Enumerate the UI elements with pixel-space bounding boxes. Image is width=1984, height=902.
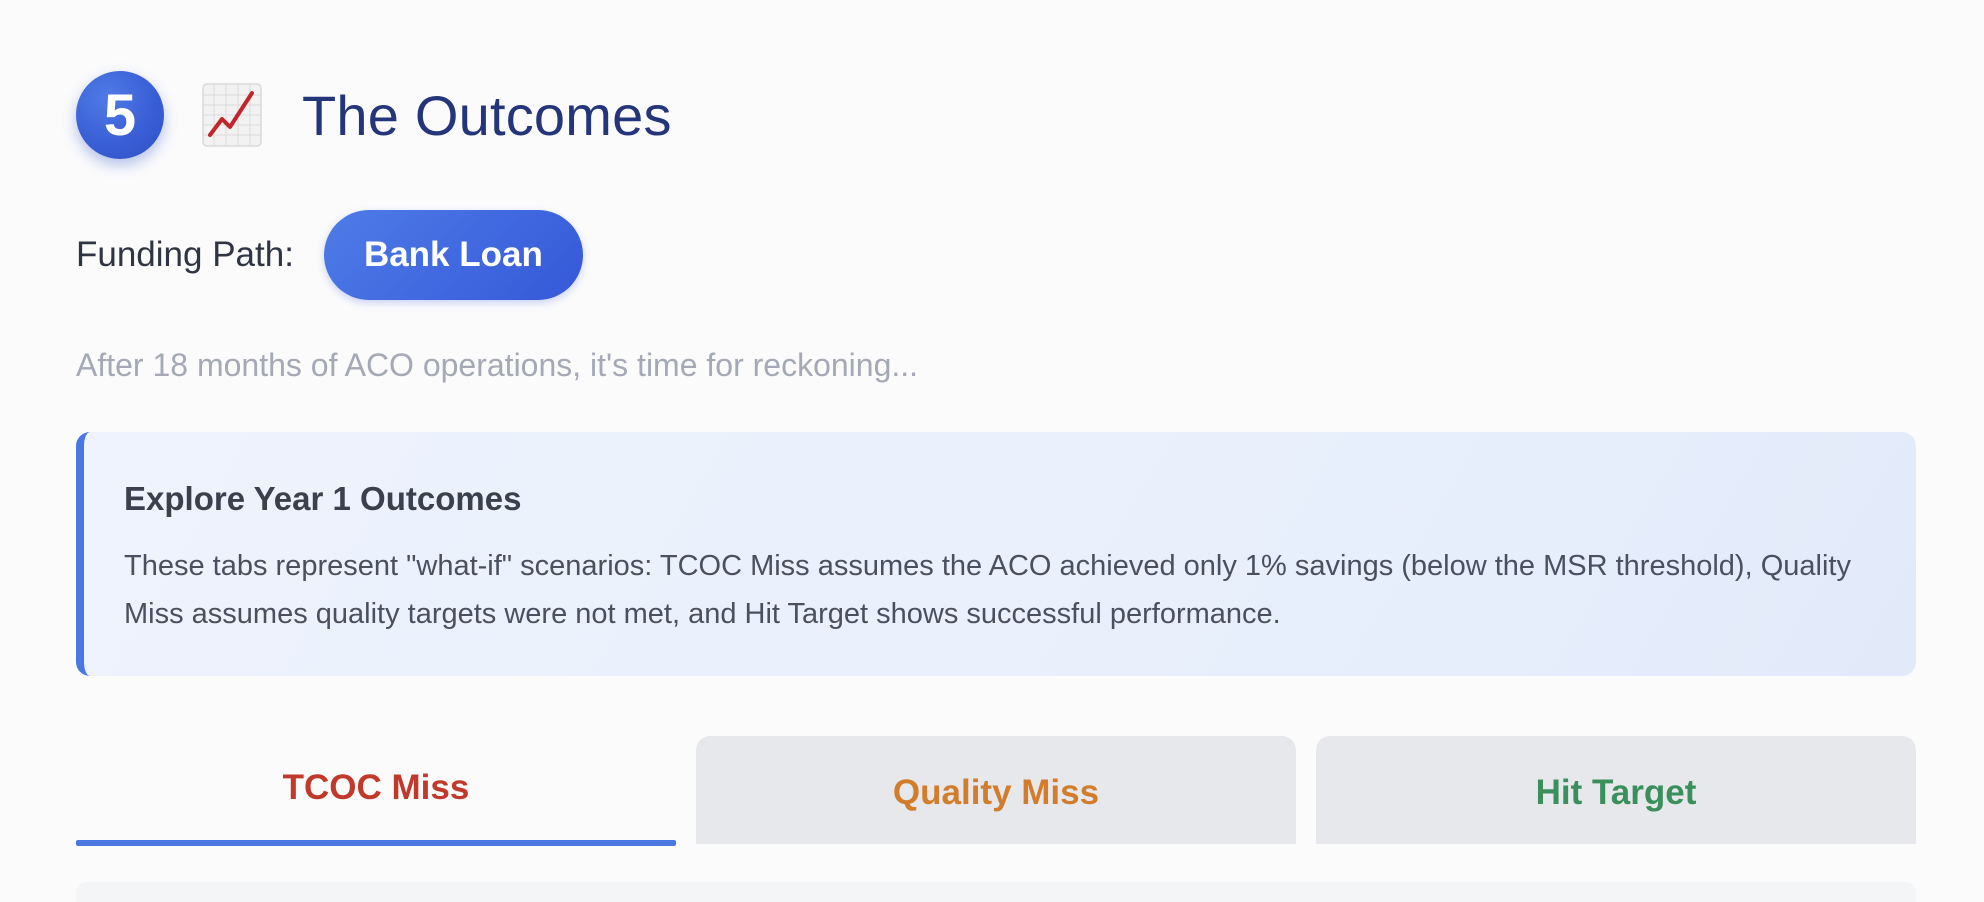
funding-path-badge[interactable]: Bank Loan: [323, 210, 583, 300]
outcome-tabs: TCOC Miss Quality Miss Hit Target: [76, 736, 1916, 846]
chart-increasing-icon: [202, 83, 262, 147]
tab-panel: [76, 882, 1916, 902]
tab-quality-miss[interactable]: Quality Miss: [696, 736, 1296, 844]
step-number-badge: 5: [76, 71, 164, 159]
section-header: 5 The Outcomes: [76, 71, 672, 159]
funding-path-label: Funding Path:: [76, 235, 294, 274]
page-title: The Outcomes: [302, 83, 672, 147]
info-callout: Explore Year 1 Outcomes These tabs repre…: [76, 432, 1916, 676]
info-body: These tabs represent "what-if" scenarios…: [124, 550, 1851, 630]
tab-tcoc-miss[interactable]: TCOC Miss: [76, 736, 676, 846]
tab-hit-target[interactable]: Hit Target: [1316, 736, 1916, 844]
funding-path-row: Funding Path: Bank Loan: [76, 210, 583, 300]
intro-text: After 18 months of ACO operations, it's …: [76, 347, 919, 383]
outcomes-page: 5 The Outcomes Funding Path: Bank Loan A…: [0, 0, 1984, 902]
info-title: Explore Year 1 Outcomes: [124, 480, 522, 517]
